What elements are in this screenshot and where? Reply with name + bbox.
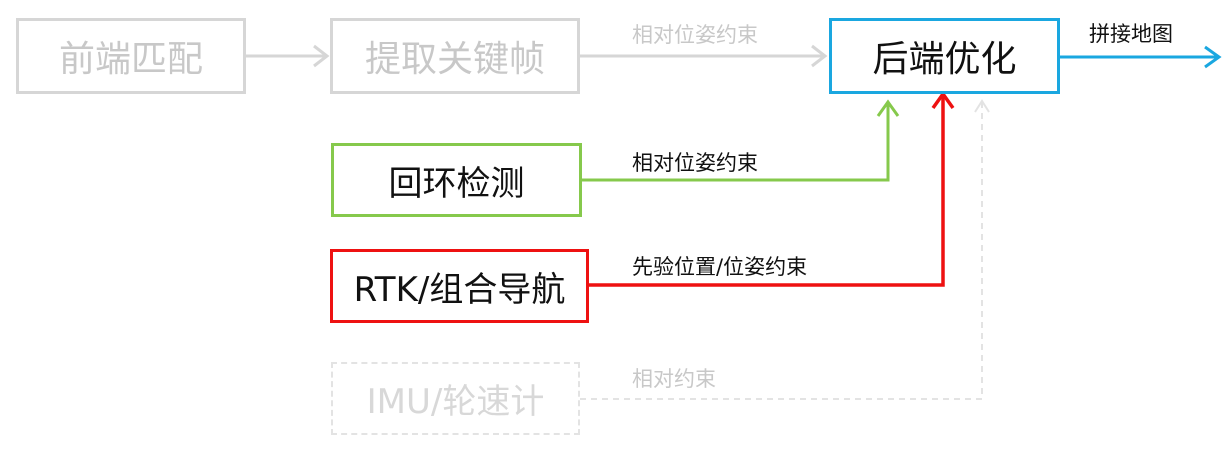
edge-label-backend-output: 拼接地图 — [1089, 22, 1173, 46]
arrow-frontend-to-keyframe — [246, 44, 330, 68]
node-backend-optimization: 后端优化 — [829, 18, 1060, 94]
node-loop-closure-label: 回环检测 — [388, 163, 525, 204]
edge-label-imu-to-backend: 相对约束 — [632, 367, 716, 391]
node-imu-odometer-label: IMU/轮速计 — [366, 382, 545, 422]
edge-label-keyframe-to-backend: 相对位姿约束 — [632, 23, 758, 47]
arrow-keyframe-to-backend — [580, 44, 828, 68]
node-frontend-matching-label: 前端匹配 — [58, 39, 203, 80]
edge-label-rtk-to-backend: 先验位置/位姿约束 — [632, 255, 808, 279]
node-rtk-ins-label: RTK/组合导航 — [353, 269, 566, 310]
node-loop-closure: 回环检测 — [331, 143, 582, 217]
node-rtk-ins: RTK/组合导航 — [330, 249, 589, 323]
arrow-imu-to-backend — [580, 99, 990, 400]
node-imu-odometer: IMU/轮速计 — [331, 362, 580, 435]
arrow-backend-output — [1060, 45, 1222, 69]
node-keyframe-extraction-label: 提取关键帧 — [364, 39, 545, 80]
edge-label-loop-to-backend: 相对位姿约束 — [632, 151, 758, 175]
node-keyframe-extraction: 提取关键帧 — [330, 18, 580, 94]
node-backend-optimization-label: 后端优化 — [872, 39, 1017, 80]
node-frontend-matching: 前端匹配 — [16, 18, 246, 94]
